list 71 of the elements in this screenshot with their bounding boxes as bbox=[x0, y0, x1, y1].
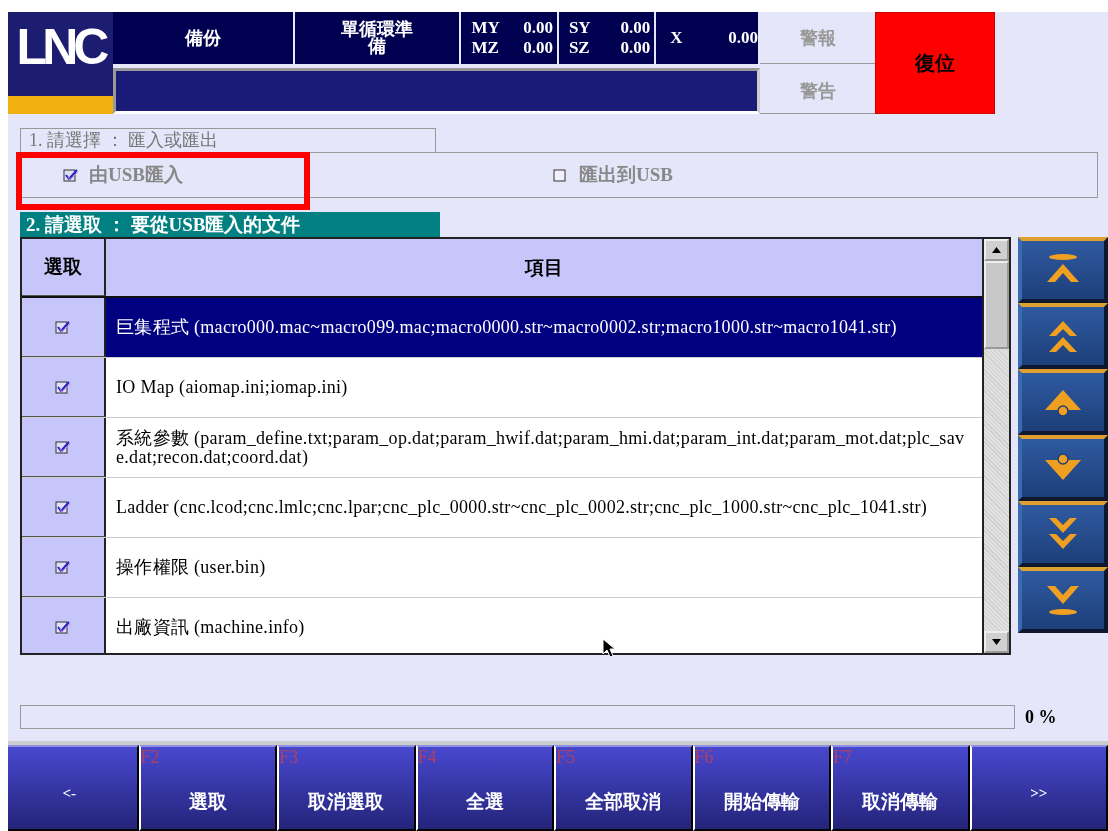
checkbox-icon[interactable] bbox=[553, 168, 569, 182]
table-row[interactable]: Ladder (cnc.lcod;cnc.lmlc;cnc.lpar;cnc_plc_0000.str~cnc_plc_0002.str;cnc_plc_1000.str~cnc_plc_1041.str) bbox=[22, 478, 982, 538]
function-key[interactable]: F5 全部取消 bbox=[554, 745, 693, 831]
function-key[interactable]: F6 開始傳輸 bbox=[692, 745, 831, 831]
function-key[interactable]: F2 選取 bbox=[138, 745, 277, 831]
axis-name: X bbox=[670, 28, 683, 48]
checked-checkbox-icon[interactable] bbox=[55, 500, 71, 514]
key-caption: 全部取消 bbox=[585, 791, 662, 812]
key-caption: 選取 bbox=[188, 791, 227, 812]
key-label: F7 bbox=[833, 747, 852, 768]
table-row[interactable]: 操作權限 (user.bin) bbox=[22, 538, 982, 598]
checked-checkbox-icon[interactable] bbox=[55, 440, 71, 454]
scroll-thumb[interactable] bbox=[984, 261, 1009, 349]
scroll-up-button[interactable] bbox=[984, 239, 1009, 261]
status-cell: 備份 bbox=[113, 12, 294, 64]
key-label: F4 bbox=[417, 747, 437, 768]
down-triangle-icon bbox=[992, 639, 1001, 645]
key-caption: 取消傳輸 bbox=[862, 791, 939, 812]
axis-name: SZ bbox=[568, 38, 590, 58]
key-label: F6 bbox=[694, 747, 714, 768]
axis-value: 0.00 bbox=[728, 28, 758, 48]
key-caption: >> bbox=[1030, 785, 1048, 801]
key-caption: 開始傳輸 bbox=[723, 791, 800, 812]
checked-checkbox-icon[interactable] bbox=[63, 168, 79, 182]
function-key[interactable]: <- bbox=[8, 745, 139, 831]
function-key[interactable]: F7 取消傳輸 bbox=[831, 745, 970, 831]
function-key[interactable]: >> bbox=[969, 745, 1108, 831]
table-cell: 操作權限 (user.bin) bbox=[116, 558, 266, 577]
table-row[interactable]: 出廠資訊 (machine.info) bbox=[22, 598, 982, 653]
table-cell: IO Map (aiomap.ini;iomap.ini) bbox=[116, 378, 348, 397]
key-caption: 全選 bbox=[465, 791, 504, 812]
function-key[interactable]: F3 取消選取 bbox=[277, 745, 416, 831]
key-label: F3 bbox=[279, 747, 298, 768]
axis-value: 0.00 bbox=[620, 38, 651, 58]
status-cell: 單循環準備 bbox=[295, 12, 460, 64]
up-triangle-icon bbox=[992, 247, 1001, 253]
table-row[interactable]: 系統參數 (param_define.txt;param_op.dat;param_hwif.dat;param_hmi.dat;param_int.dat;param_mot.dat;plc_save.dat;recon.dat;coord.dat) bbox=[22, 418, 982, 478]
axis-name: MZ bbox=[471, 38, 499, 58]
scroll-down-button[interactable] bbox=[984, 631, 1009, 653]
checked-checkbox-icon[interactable] bbox=[55, 560, 71, 574]
top-button[interactable] bbox=[1018, 237, 1108, 303]
table-cell-text: 系統參數 (param_define.txt;param_op.dat;param_hwif.dat;param_hmi.dat;param_int.dat;param_mot.dat;plc_save.dat;recon.dat;coord.dat) bbox=[116, 428, 966, 467]
table-cell: 出廠資訊 (machine.info) bbox=[116, 618, 305, 637]
logo: LNC bbox=[8, 12, 113, 114]
scrollbar[interactable] bbox=[984, 237, 1011, 655]
table-cell: 巨集程式 (macro000.mac~macro099.mac;macro0000.str~macro0002.str;macro1000.str~macro1041.str) bbox=[116, 318, 897, 337]
function-key[interactable]: F4 全選 bbox=[415, 745, 554, 831]
reset-button[interactable]: 復位 bbox=[875, 12, 995, 114]
axis-value: 0.00 bbox=[523, 38, 553, 58]
key-caption: <- bbox=[62, 785, 76, 801]
axis-value: 0.00 bbox=[523, 18, 553, 38]
table-row[interactable]: IO Map (aiomap.ini;iomap.ini) bbox=[22, 358, 982, 418]
axis-value: 0.00 bbox=[620, 18, 651, 38]
key-label: F5 bbox=[556, 747, 575, 768]
table-cell: Ladder (cnc.lcod;cnc.lmlc;cnc.lpar;cnc_plc_0000.str~cnc_plc_0002.str;cnc_plc_1000.str~cnc_plc_1041.str) bbox=[116, 498, 928, 517]
checked-checkbox-icon[interactable] bbox=[55, 320, 71, 334]
section-title: 1. 請選擇 ： 匯入或匯出 bbox=[20, 128, 436, 152]
bottom-button[interactable] bbox=[1018, 567, 1108, 633]
up-button[interactable] bbox=[1018, 369, 1108, 435]
page-up-button[interactable] bbox=[1018, 303, 1108, 369]
progress-reading: 0 % bbox=[1025, 706, 1057, 728]
section-title: 2. 請選取 ： 要從USB匯入的文件 bbox=[20, 212, 440, 237]
key-label: F2 bbox=[140, 747, 160, 768]
column-header: 選取 bbox=[22, 239, 106, 296]
key-caption: 取消選取 bbox=[308, 791, 385, 812]
axis-name: MY bbox=[471, 18, 500, 38]
page-down-button[interactable] bbox=[1018, 501, 1108, 567]
checked-checkbox-icon[interactable] bbox=[55, 380, 71, 394]
axis-name: SY bbox=[568, 18, 591, 38]
down-button[interactable] bbox=[1018, 435, 1108, 501]
checked-checkbox-icon[interactable] bbox=[55, 620, 71, 634]
